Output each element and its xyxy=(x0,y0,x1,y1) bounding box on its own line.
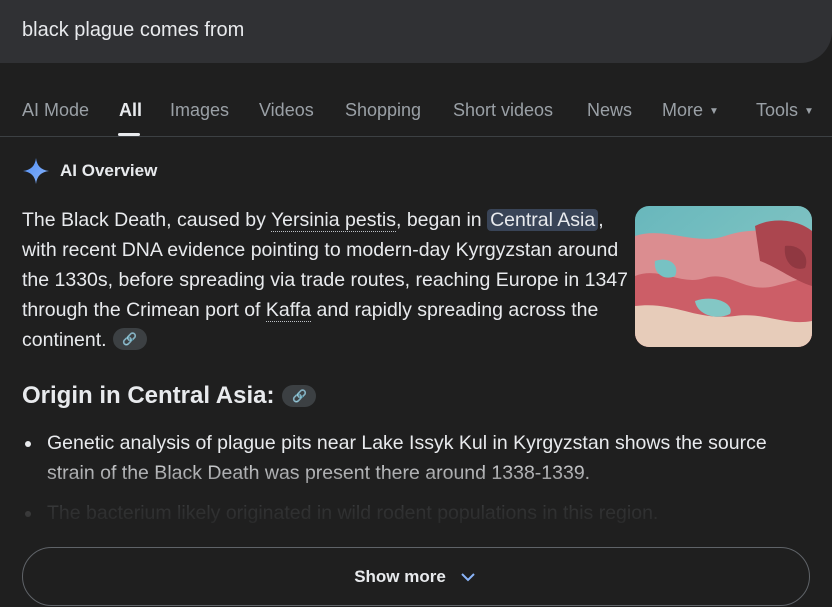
tab-news[interactable]: News xyxy=(587,100,632,121)
tab-tools-label: Tools xyxy=(756,100,799,120)
search-input[interactable]: black plague comes from xyxy=(22,19,244,42)
tab-more-label: More xyxy=(662,100,704,120)
central-asia-highlight[interactable]: Central Asia xyxy=(487,209,599,231)
sparkle-icon xyxy=(23,158,49,184)
tab-short-videos[interactable]: Short videos xyxy=(453,100,553,121)
show-more-label: Show more xyxy=(354,566,446,586)
active-tab-indicator xyxy=(118,133,140,136)
source-link-button[interactable]: 🔗 xyxy=(112,327,147,350)
map-thumbnail[interactable] xyxy=(635,206,812,347)
ai-overview-header: AI Overview xyxy=(22,156,157,186)
section-title: Origin in Central Asia: xyxy=(22,382,275,409)
chevron-down-icon xyxy=(461,572,475,581)
ai-overview-label: AI Overview xyxy=(60,161,158,180)
tab-more[interactable]: More ▼ xyxy=(662,100,719,121)
caret-down-icon: ▼ xyxy=(804,105,814,117)
tab-tools[interactable]: Tools ▼ xyxy=(756,100,814,121)
list-item: Genetic analysis of plague pits near Lak… xyxy=(22,428,802,488)
link-icon: 🔗 xyxy=(292,389,307,403)
yersinia-pestis-link[interactable]: Yersinia pestis xyxy=(270,209,396,232)
section-heading: Origin in Central Asia: 🔗 xyxy=(22,382,317,410)
tab-images[interactable]: Images xyxy=(170,100,229,121)
show-more-button[interactable]: Show more xyxy=(22,547,810,606)
search-bar[interactable]: black plague comes from xyxy=(0,0,832,63)
list-item: The bacterium likely originated in wild … xyxy=(22,498,802,528)
section-link-button[interactable]: 🔗 xyxy=(282,385,317,407)
overview-text: The Black Death, caused by xyxy=(22,209,271,231)
tab-all[interactable]: All xyxy=(119,100,142,121)
overview-text: , began in xyxy=(395,209,488,231)
kaffa-link[interactable]: Kaffa xyxy=(265,299,312,322)
caret-down-icon: ▼ xyxy=(709,105,719,117)
search-tabs: AI Mode All Images Videos Shopping Short… xyxy=(0,88,832,137)
bullet-list: Genetic analysis of plague pits near Lak… xyxy=(22,428,802,528)
tab-shopping[interactable]: Shopping xyxy=(345,100,421,121)
tab-videos[interactable]: Videos xyxy=(259,100,314,121)
link-icon: 🔗 xyxy=(122,331,138,346)
overview-paragraph: The Black Death, caused by Yersinia pest… xyxy=(22,205,630,355)
tab-ai-mode[interactable]: AI Mode xyxy=(22,100,89,121)
plague-map-image xyxy=(635,206,812,347)
